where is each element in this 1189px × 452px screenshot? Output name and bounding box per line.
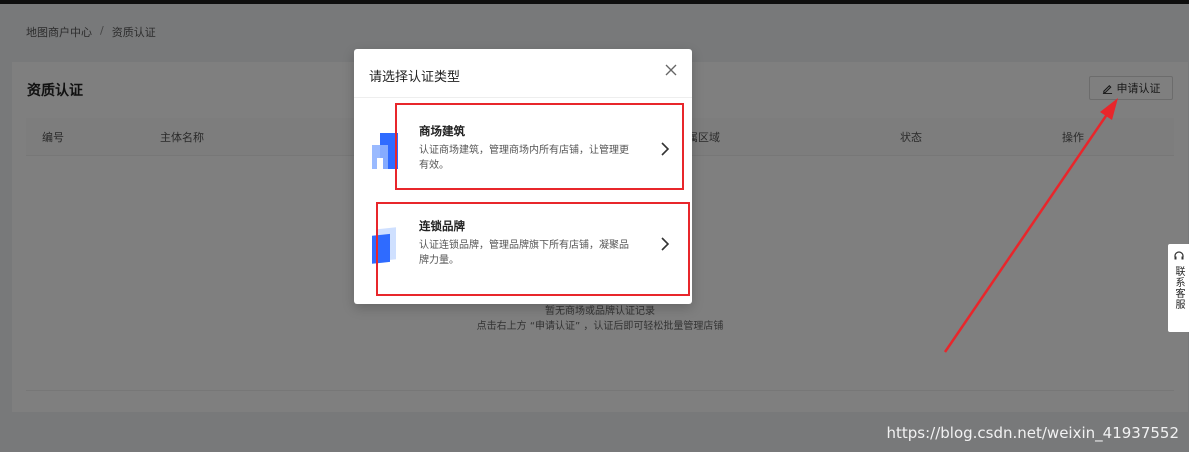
annotation-arrow — [943, 98, 1118, 353]
